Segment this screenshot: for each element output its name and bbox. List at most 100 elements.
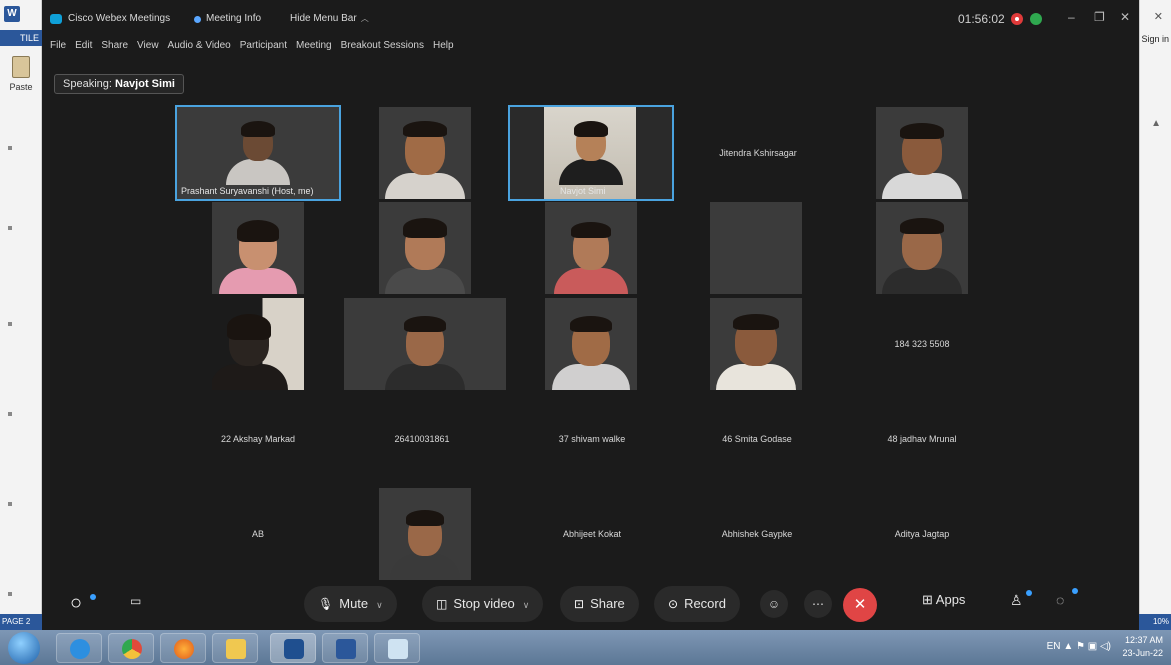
taskbar-notepad[interactable] [374, 633, 420, 663]
word-file-tab[interactable]: TILE [0, 30, 42, 46]
menu-audio-video[interactable]: Audio & Video [168, 40, 231, 56]
system-tray[interactable]: EN ▲ ⚑ ▣ ◁) [1047, 641, 1111, 652]
mute-button[interactable]: 🎙 Mute ∨ [304, 586, 397, 622]
participant-name: 48 jadhav Mrunal [887, 434, 957, 444]
menu-bar: File Edit Share View Audio & Video Parti… [50, 40, 454, 56]
taskbar-explorer[interactable] [212, 633, 258, 663]
mute-label: Mute [339, 596, 369, 611]
info-icon [194, 16, 201, 23]
scroll-up-icon[interactable]: ▲ [1151, 118, 1161, 129]
menu-meeting[interactable]: Meeting [296, 40, 332, 56]
minimize-button[interactable]: – [1068, 10, 1075, 24]
title-bar: Cisco Webex Meetings Meeting Info Hide M… [42, 8, 1139, 32]
chat-bubble-icon[interactable]: ◌ [1056, 592, 1064, 608]
firefox-icon [174, 639, 194, 659]
participant-tile[interactable] [379, 107, 471, 199]
chevron-down-icon[interactable]: ∨ [523, 600, 530, 610]
menu-help[interactable]: Help [433, 40, 454, 56]
participant-tile[interactable] [344, 298, 506, 390]
participant-video [219, 220, 297, 294]
folder-icon [226, 639, 246, 659]
menu-share[interactable]: Share [101, 40, 128, 56]
apps-button[interactable]: ⊞ Apps [922, 592, 965, 608]
taskbar-ie[interactable] [56, 633, 102, 663]
menu-file[interactable]: File [50, 40, 66, 56]
record-button[interactable]: ⊙ Record [654, 586, 740, 622]
more-options-icon[interactable]: ⋯ [804, 590, 832, 618]
participant-tile[interactable] [876, 202, 968, 294]
participant-name: 184 323 5508 [894, 339, 950, 349]
chat-icon[interactable]: ▭ [130, 594, 141, 608]
windows-taskbar: EN ▲ ⚑ ▣ ◁) 12:37 AM 23-Jun-22 [0, 630, 1171, 665]
participants-icon[interactable]: ♙ [1010, 592, 1023, 609]
webex-icon [284, 639, 304, 659]
secure-connection-icon [1030, 13, 1042, 25]
stop-video-label: Stop video [453, 596, 515, 611]
participant-tile[interactable] [379, 488, 471, 580]
webex-window: Cisco Webex Meetings Meeting Info Hide M… [42, 0, 1139, 630]
participant-tile[interactable] [212, 202, 304, 294]
clock-time: 12:37 AM [1124, 635, 1163, 645]
word-side-panel: W TILE Paste PAGE 2 [0, 0, 42, 630]
assistant-icon[interactable]: ○ [70, 592, 82, 615]
participant-tile[interactable]: Abhijeet Kokat [532, 488, 652, 580]
participant-tile-host[interactable]: Prashant Suryavanshi (Host, me) [175, 105, 341, 201]
assistant-badge [90, 594, 96, 600]
apps-label: Apps [935, 592, 966, 607]
close-button[interactable]: ✕ [1120, 10, 1130, 24]
participant-tile[interactable] [379, 202, 471, 294]
end-call-button[interactable]: ✕ [843, 588, 877, 622]
word-app-icon[interactable]: W [4, 6, 20, 22]
menu-participant[interactable]: Participant [240, 40, 287, 56]
menu-view[interactable]: View [137, 40, 159, 56]
taskbar-webex[interactable] [270, 633, 316, 663]
participant-tile[interactable] [545, 202, 637, 294]
participant-tile[interactable]: 46 Smita Godase [697, 393, 817, 485]
participant-tile[interactable]: Jitendra Kshirsagar [712, 107, 804, 199]
record-label: Record [684, 596, 726, 611]
participant-tile[interactable]: 184 323 5508 [876, 298, 968, 390]
menu-edit[interactable]: Edit [75, 40, 92, 56]
participant-video [226, 121, 290, 185]
chrome-icon [122, 639, 142, 659]
microphone-icon: 🎙 [318, 597, 334, 611]
word-sign-in[interactable]: Sign in [1141, 34, 1169, 44]
participant-tile[interactable]: 37 shivam walke [532, 393, 652, 485]
participant-video [716, 314, 796, 390]
apps-icon: ⊞ [922, 592, 936, 607]
participant-tile[interactable] [212, 298, 304, 390]
participant-tile[interactable]: 22 Akshay Markad [177, 393, 339, 485]
ruler-marker [8, 502, 12, 506]
reactions-icon[interactable]: ☺ [760, 590, 788, 618]
taskbar-word[interactable] [322, 633, 368, 663]
participant-tile[interactable]: Aditya Jagtap [862, 488, 982, 580]
hide-menu-bar-button[interactable]: Hide Menu Bar ︿ [290, 13, 369, 24]
chevron-up-icon: ︿ [360, 14, 369, 23]
participant-tile[interactable] [710, 298, 802, 390]
menu-breakout-sessions[interactable]: Breakout Sessions [341, 40, 424, 56]
participant-tile[interactable] [876, 107, 968, 199]
maximize-button[interactable]: ❐ [1094, 10, 1105, 24]
chevron-down-icon[interactable]: ∨ [376, 600, 383, 610]
paste-label: Paste [9, 82, 33, 92]
word-paste-button[interactable]: Paste [2, 56, 40, 92]
stop-video-button[interactable]: ◫ Stop video ∨ [422, 586, 544, 622]
participant-video [390, 510, 460, 580]
participant-tile[interactable]: AB [212, 488, 304, 580]
meeting-info-link[interactable]: Meeting Info [206, 13, 261, 24]
participant-tile[interactable]: 26410031861 [362, 393, 482, 485]
participant-name: 37 shivam walke [558, 434, 626, 444]
taskbar-chrome[interactable] [108, 633, 154, 663]
taskbar-clock[interactable]: 12:37 AM 23-Jun-22 [1122, 634, 1163, 660]
taskbar-firefox[interactable] [160, 633, 206, 663]
participant-tile[interactable] [545, 298, 637, 390]
word-close-icon[interactable]: ✕ [1154, 10, 1163, 23]
participant-tile-speaker[interactable]: Navjot Simi [508, 105, 674, 201]
participant-video [559, 121, 623, 185]
participant-tile[interactable]: Abhishek Gaypke [697, 488, 817, 580]
start-button-icon[interactable] [8, 632, 40, 664]
speaking-name: Navjot Simi [115, 78, 175, 90]
participant-tile[interactable] [710, 202, 802, 294]
share-button[interactable]: ⊡ Share [560, 586, 639, 622]
participant-tile[interactable]: 48 jadhav Mrunal [862, 393, 982, 485]
